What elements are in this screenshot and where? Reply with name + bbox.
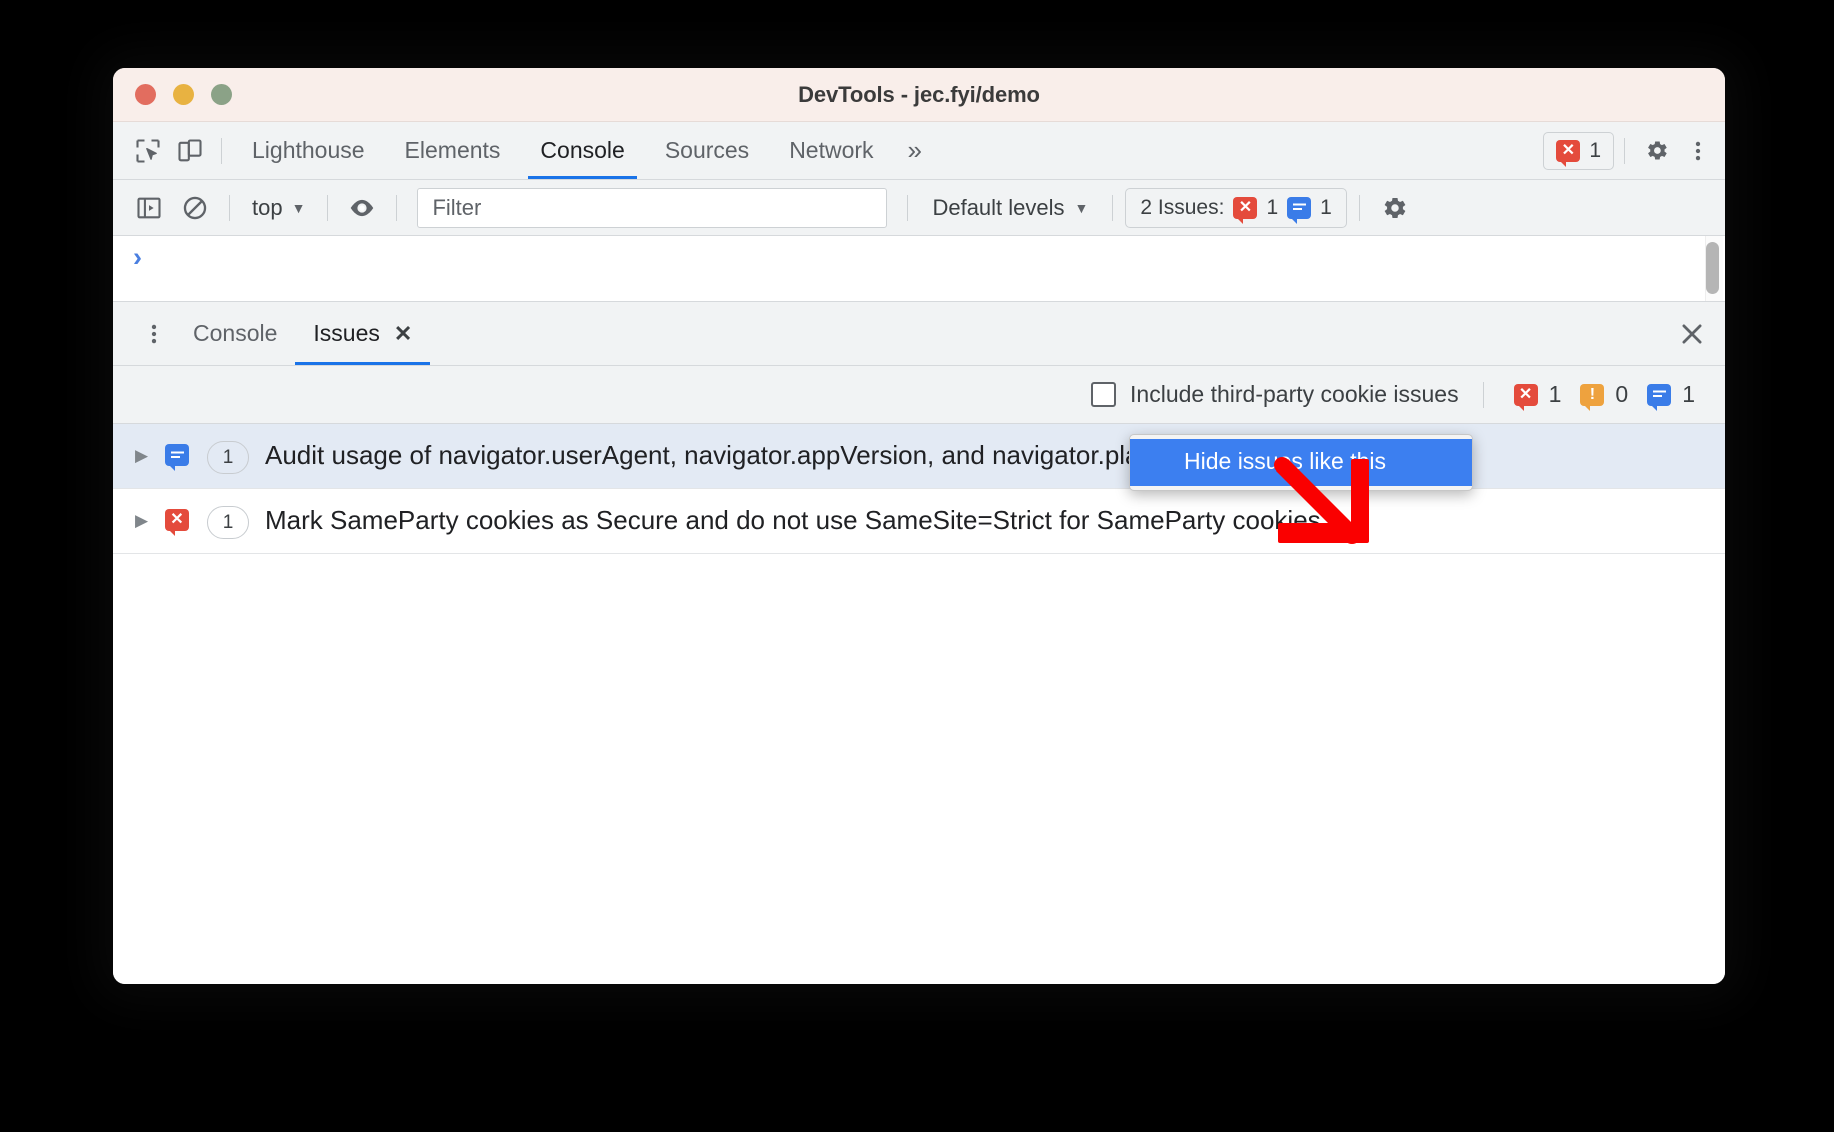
error-count-label: 1	[1589, 138, 1601, 162]
drawer-tab-console[interactable]: Console	[175, 302, 295, 365]
console-toolbar: top ▼ Default levels ▼ 2 Issues:	[113, 180, 1725, 236]
info-count-label: 1	[1682, 381, 1695, 407]
console-scrollbar-track[interactable]	[1705, 236, 1723, 301]
issue-title: Mark SameParty cookies as Secure and do …	[265, 505, 1321, 535]
console-toolbar-divider-3	[396, 194, 398, 221]
execution-context-selector[interactable]: top ▼	[242, 188, 315, 228]
chevron-down-icon: ▼	[291, 199, 306, 216]
tab-sources[interactable]: Sources	[645, 122, 769, 179]
console-toolbar-divider-6	[1358, 194, 1360, 221]
console-sidebar-icon[interactable]	[127, 187, 171, 229]
screenshot-stage: DevTools - jec.fyi/demo Lighthouse Eleme…	[0, 0, 1834, 1132]
tab-label: Network	[789, 137, 874, 163]
close-drawer-icon[interactable]	[1677, 319, 1707, 349]
drawer-tab-label: Issues	[313, 320, 380, 346]
tab-network[interactable]: Network	[769, 122, 893, 179]
third-party-cookie-checkbox[interactable]	[1091, 382, 1117, 407]
close-tab-icon[interactable]: ✕	[394, 321, 412, 347]
device-toolbar-icon[interactable]	[169, 130, 211, 172]
context-menu: Hide issues like this	[1129, 434, 1473, 491]
devtools-main-tabbar: Lighthouse Elements Console Sources Netw…	[113, 122, 1725, 180]
warning-count-label: 0	[1615, 381, 1629, 407]
error-badge-icon: ✕	[1556, 139, 1581, 167]
warning-exclamation-glyph: !	[1589, 385, 1596, 403]
live-expression-eye-icon[interactable]	[340, 187, 384, 229]
third-party-cookie-label: Include third-party cookie issues	[1130, 381, 1459, 407]
kebab-menu-icon[interactable]	[1677, 130, 1719, 172]
error-x-glyph: ✕	[1238, 198, 1253, 216]
filter-input[interactable]	[417, 187, 888, 228]
main-tabs: Lighthouse Elements Console Sources Netw…	[232, 122, 894, 179]
issues-summary-button[interactable]: 2 Issues: ✕ 1 1	[1125, 187, 1347, 228]
issues-info-count: 1	[1320, 195, 1332, 219]
issues-error-count: 1	[1266, 195, 1279, 219]
drawer-tab-label: Console	[193, 320, 278, 346]
issues-list: ▶ 1 Audit usage of navigator.userAgent, …	[113, 424, 1725, 984]
error-badge-icon: ✕	[165, 509, 189, 536]
console-scrollbar-thumb[interactable]	[1706, 242, 1719, 294]
toolbar-divider	[221, 137, 222, 164]
expand-triangle-icon[interactable]: ▶	[135, 446, 161, 466]
third-party-cookie-checkbox-wrapper[interactable]: Include third-party cookie issues	[1091, 381, 1459, 408]
zoom-window-button[interactable]	[211, 84, 232, 105]
error-count-button[interactable]: ✕ 1	[1543, 131, 1614, 170]
drawer-tabbar: Console Issues ✕	[113, 302, 1725, 366]
info-badge-icon	[165, 444, 189, 471]
info-badge-icon	[1647, 383, 1672, 411]
close-window-button[interactable]	[135, 84, 156, 105]
window-title: DevTools - jec.fyi/demo	[798, 81, 1040, 107]
tab-label: Lighthouse	[252, 137, 365, 163]
issues-summary-label: 2 Issues:	[1140, 195, 1225, 219]
console-toolbar-divider-5	[1112, 194, 1114, 221]
inspect-cursor-icon[interactable]	[127, 130, 169, 172]
warning-badge-icon: !	[1580, 383, 1605, 411]
tab-label: Sources	[664, 137, 750, 163]
clear-console-icon[interactable]	[173, 187, 217, 229]
tab-elements[interactable]: Elements	[385, 122, 521, 179]
issue-row[interactable]: ▶ 1 Audit usage of navigator.userAgent, …	[113, 424, 1725, 489]
error-x-glyph: ✕	[1561, 141, 1576, 159]
console-toolbar-divider-2	[327, 194, 329, 221]
error-count-label: 1	[1548, 381, 1562, 407]
tab-lighthouse[interactable]: Lighthouse	[232, 122, 385, 179]
tab-label: Elements	[404, 137, 501, 163]
error-badge-icon: ✕	[1513, 383, 1538, 411]
issues-filter-divider	[1482, 381, 1484, 408]
execution-context-label: top	[252, 194, 283, 220]
issues-filter-bar: Include third-party cookie issues ✕ 1 ! …	[113, 366, 1725, 424]
console-prompt-icon[interactable]: ›	[133, 244, 142, 271]
tabbar-divider-2	[1624, 137, 1625, 164]
kebab-menu-icon[interactable]	[133, 321, 175, 347]
context-menu-item-hide-issues[interactable]: Hide issues like this	[1130, 439, 1472, 486]
tab-label: Console	[540, 137, 625, 163]
more-tabs-icon[interactable]: »	[894, 135, 933, 166]
console-toolbar-divider-1	[229, 194, 230, 221]
error-x-glyph: ✕	[170, 511, 184, 528]
window-titlebar: DevTools - jec.fyi/demo	[113, 68, 1725, 122]
log-levels-selector[interactable]: Default levels ▼	[920, 188, 1100, 228]
expand-triangle-icon[interactable]: ▶	[135, 511, 161, 531]
info-badge-icon	[1287, 196, 1312, 224]
minimize-window-button[interactable]	[173, 84, 194, 105]
traffic-lights	[135, 84, 232, 105]
console-output-area: ›	[113, 236, 1725, 302]
issue-count-chip: 1	[207, 506, 249, 539]
console-toolbar-divider-4	[907, 194, 909, 221]
issue-counts: ✕ 1 ! 0 1	[1513, 381, 1703, 411]
chevron-down-icon: ▼	[1074, 199, 1089, 216]
tab-console[interactable]: Console	[520, 122, 644, 179]
error-x-glyph: ✕	[1518, 385, 1533, 403]
error-badge-icon: ✕	[1233, 196, 1258, 224]
drawer-tab-issues[interactable]: Issues ✕	[295, 302, 431, 365]
devtools-window: DevTools - jec.fyi/demo Lighthouse Eleme…	[113, 68, 1725, 984]
issue-row[interactable]: ▶ ✕ 1 Mark SameParty cookies as Secure a…	[113, 489, 1725, 554]
issue-count-chip: 1	[207, 441, 249, 474]
gear-icon[interactable]	[1635, 130, 1677, 172]
gear-icon[interactable]	[1372, 187, 1416, 229]
issue-title: Audit usage of navigator.userAgent, navi…	[265, 440, 1199, 470]
log-levels-label: Default levels	[932, 194, 1065, 220]
